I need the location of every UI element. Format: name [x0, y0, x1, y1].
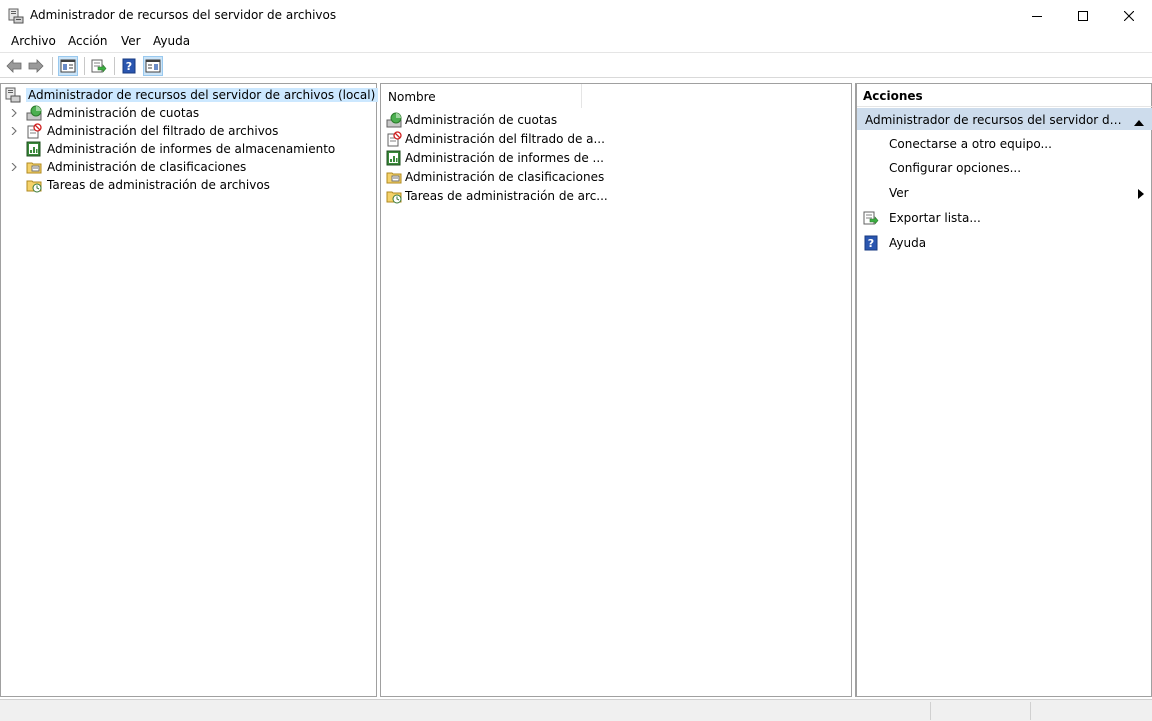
help-icon: ?: [863, 235, 879, 251]
status-segment: [930, 702, 931, 720]
close-icon: [1124, 10, 1134, 21]
toolbar-separator: [114, 57, 115, 75]
minimize-button[interactable]: [1014, 0, 1060, 31]
file-task-icon: [386, 188, 402, 204]
action-label: Ayuda: [889, 236, 927, 250]
blank-icon: [863, 136, 879, 152]
tree-item-label: Administración de cuotas: [47, 106, 200, 120]
show-hide-tree-button[interactable]: [58, 56, 78, 76]
tree-item-label: Administración de clasificaciones: [47, 160, 247, 174]
list-item-label: Administración de clasificaciones: [405, 169, 605, 184]
file-screen-icon: [386, 130, 402, 147]
tree-pane[interactable]: Administrador de recursos del servidor d…: [0, 83, 379, 697]
maximize-button[interactable]: [1060, 0, 1106, 31]
forward-arrow-icon: [28, 59, 44, 73]
tree-item-label: Tareas de administración de archivos: [47, 178, 270, 192]
maximize-icon: [1078, 10, 1088, 21]
menu-ver[interactable]: Ver: [121, 34, 141, 48]
tree-item-file-screen[interactable]: Administración del filtrado de archivos: [8, 122, 278, 140]
close-button[interactable]: [1106, 0, 1152, 31]
quota-icon: [26, 105, 42, 121]
quota-icon: [386, 112, 402, 128]
classification-icon: [386, 169, 402, 185]
title-bar: Administrador de recursos del servidor d…: [0, 0, 1152, 31]
minimize-icon: [1032, 15, 1042, 17]
export-list-icon: [863, 210, 879, 226]
storage-report-icon: [26, 141, 42, 157]
file-task-icon: [26, 177, 42, 193]
blank-icon: [863, 160, 879, 176]
action-configure-options[interactable]: Configurar opciones...: [857, 157, 1152, 179]
column-header-name[interactable]: Nombre: [381, 84, 582, 108]
toolbar-separator: [52, 57, 53, 75]
window-title: Administrador de recursos del servidor d…: [30, 8, 337, 22]
list-item[interactable]: Administración de cuotas: [386, 110, 557, 129]
chevron-right-icon[interactable]: [8, 122, 20, 140]
list-item-label: Administración del filtrado de a...: [405, 131, 605, 146]
action-help[interactable]: ? Ayuda: [857, 232, 1152, 254]
tree-expander-empty: [8, 140, 20, 158]
list-pane[interactable]: Nombre Administración de cuotas Administ…: [380, 83, 852, 697]
svg-text:?: ?: [126, 60, 132, 73]
list-item[interactable]: Administración del filtrado de a...: [386, 129, 605, 148]
tree-item-label: Administración de informes de almacenami…: [47, 142, 336, 156]
collapse-up-icon[interactable]: [1134, 115, 1144, 129]
status-segment: [1030, 702, 1031, 720]
file-server-icon: [5, 87, 21, 103]
list-item-label: Administración de cuotas: [405, 112, 558, 127]
help-icon: ?: [122, 58, 136, 74]
action-label: Configurar opciones...: [889, 161, 1022, 175]
tree-item-classifications[interactable]: Administración de clasificaciones: [8, 158, 246, 176]
show-hide-tree-icon: [60, 59, 76, 73]
list-item[interactable]: Administración de clasificaciones: [386, 167, 604, 186]
tree-root-label: Administrador de recursos del servidor d…: [26, 88, 379, 102]
export-list-button[interactable]: [89, 56, 109, 76]
toolbar: ?: [0, 54, 1152, 78]
svg-text:?: ?: [868, 237, 874, 250]
list-item-label: Administración de informes de ...: [405, 150, 604, 165]
back-button[interactable]: [4, 56, 24, 76]
export-list-icon: [91, 59, 107, 73]
classification-icon: [26, 159, 42, 175]
status-bar: [0, 699, 1152, 721]
list-item[interactable]: Tareas de administración de arc...: [386, 186, 608, 205]
action-label: Exportar lista...: [889, 211, 981, 225]
show-hide-action-pane-button[interactable]: [143, 56, 163, 76]
actions-section-label: Administrador de recursos del servidor d…: [865, 113, 1125, 127]
tree-item-file-tasks[interactable]: Tareas de administración de archivos: [8, 176, 270, 194]
file-screen-icon: [26, 123, 42, 139]
tree-expander-empty: [8, 176, 20, 194]
action-export-list[interactable]: Exportar lista...: [857, 207, 1152, 229]
list-item-label: Tareas de administración de arc...: [405, 188, 608, 203]
help-button[interactable]: ?: [119, 56, 139, 76]
back-arrow-icon: [6, 59, 22, 73]
menu-archivo[interactable]: Archivo: [11, 34, 56, 48]
chevron-right-icon[interactable]: [8, 104, 20, 122]
submenu-arrow-icon: [1138, 188, 1144, 202]
menu-bar: Archivo Acción Ver Ayuda: [0, 31, 1152, 53]
forward-button[interactable]: [26, 56, 46, 76]
action-connect-other-computer[interactable]: Conectarse a otro equipo...: [857, 133, 1152, 155]
tree-root-item[interactable]: Administrador de recursos del servidor d…: [5, 86, 379, 104]
file-server-icon: [8, 8, 24, 24]
actions-section-header[interactable]: Administrador de recursos del servidor d…: [857, 108, 1152, 130]
chevron-right-icon[interactable]: [8, 158, 20, 176]
action-label: Conectarse a otro equipo...: [889, 137, 1052, 151]
actions-title: Acciones: [857, 84, 1152, 107]
blank-icon: [863, 185, 879, 201]
action-label: Ver: [889, 186, 909, 200]
tree-item-storage-reports[interactable]: Administración de informes de almacenami…: [8, 140, 335, 158]
show-hide-action-pane-icon: [145, 59, 161, 73]
menu-ayuda[interactable]: Ayuda: [153, 34, 190, 48]
list-item[interactable]: Administración de informes de ...: [386, 148, 604, 167]
toolbar-separator: [84, 57, 85, 75]
actions-pane: Acciones Administrador de recursos del s…: [855, 83, 1152, 697]
tree-item-quotas[interactable]: Administración de cuotas: [8, 104, 199, 122]
storage-report-icon: [386, 150, 402, 166]
menu-accion[interactable]: Acción: [68, 34, 107, 48]
tree-item-label: Administración del filtrado de archivos: [47, 124, 279, 138]
action-view[interactable]: Ver: [857, 182, 1152, 204]
